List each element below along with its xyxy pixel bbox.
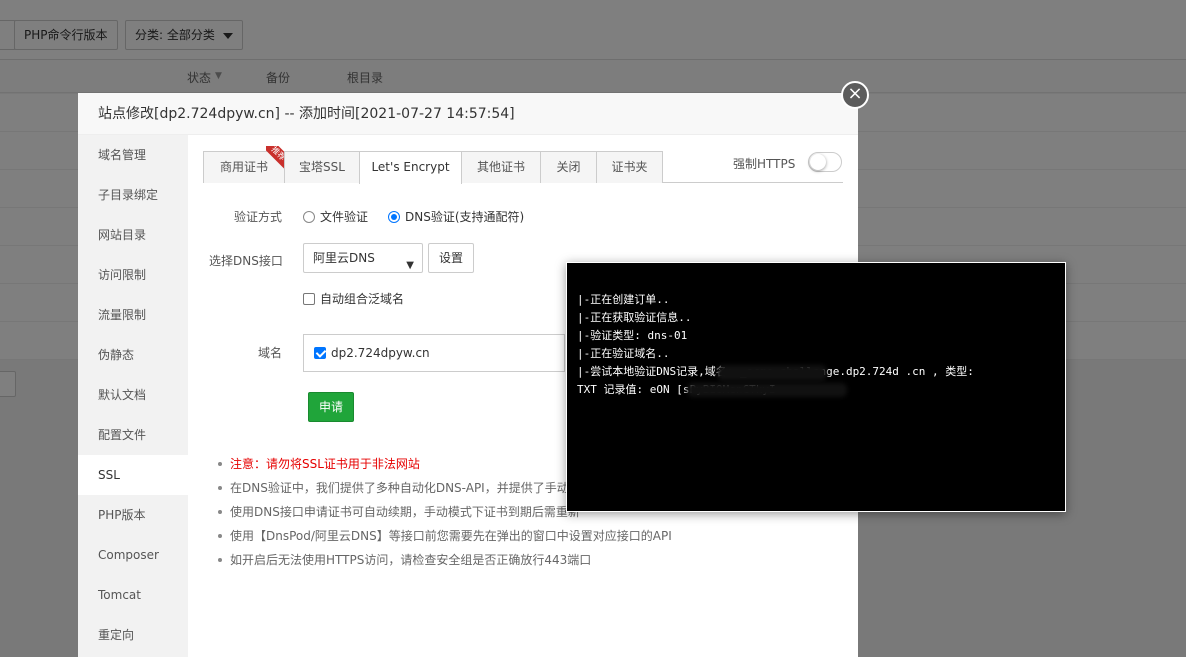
tab-bt-ssl[interactable]: 宝塔SSL xyxy=(284,151,360,183)
sidebar-item-tomcat[interactable]: Tomcat xyxy=(78,575,188,615)
terminal-line: |-正在创建订单.. xyxy=(577,293,670,306)
chevron-down-icon: ▼ xyxy=(406,260,414,271)
toggle-knob xyxy=(810,154,826,170)
sidebar-item-traffic-limit[interactable]: 流量限制 xyxy=(78,295,188,335)
checkbox-checked-icon xyxy=(314,347,326,359)
sidebar-item-redirect[interactable]: 重定向 xyxy=(78,615,188,655)
sidebar-item-default-doc[interactable]: 默认文档 xyxy=(78,375,188,415)
apply-button[interactable]: 申请 xyxy=(308,392,354,422)
domain-item-label: dp2.724dpyw.cn xyxy=(331,346,430,360)
sidebar-item-config[interactable]: 配置文件 xyxy=(78,415,188,455)
force-https-toggle[interactable] xyxy=(808,152,842,172)
auto-wildcard-checkbox[interactable]: 自动组合泛域名 xyxy=(303,290,404,307)
modal-sidebar: 域名管理 子目录绑定 网站目录 访问限制 流量限制 伪静态 默认文档 配置文件 … xyxy=(78,135,188,657)
radio-dns-verify[interactable]: DNS验证(支持通配符) xyxy=(388,208,524,225)
tab-label: 商用证书 xyxy=(219,160,268,174)
auto-wildcard-label: 自动组合泛域名 xyxy=(320,292,405,306)
dns-api-label: 选择DNS接口 xyxy=(209,254,283,268)
close-icon: × xyxy=(847,83,863,104)
sidebar-item-php-version[interactable]: PHP版本 xyxy=(78,495,188,535)
tab-commercial-cert[interactable]: 商用证书 推荐 xyxy=(203,146,294,183)
sidebar-item-composer[interactable]: Composer xyxy=(78,535,188,575)
domain-list: dp2.724dpyw.cn xyxy=(303,334,565,372)
radio-dns-verify-label: DNS验证(支持通配符) xyxy=(405,210,525,224)
sidebar-item-site-dir[interactable]: 网站目录 xyxy=(78,215,188,255)
sidebar-item-ssl[interactable]: SSL xyxy=(78,455,188,495)
sidebar-item-access-limit[interactable]: 访问限制 xyxy=(78,255,188,295)
domain-label: 域名 xyxy=(258,346,283,360)
radio-checked-icon xyxy=(388,211,400,223)
radio-file-verify[interactable]: 文件验证 xyxy=(303,208,368,225)
radio-file-verify-label: 文件验证 xyxy=(320,210,369,224)
radio-icon xyxy=(303,211,315,223)
list-item: 使用【DnsPod/阿里云DNS】等接口前您需要先在弹出的窗口中设置对应接口的A… xyxy=(218,524,848,548)
terminal-line: |-验证类型: dns-01 xyxy=(577,329,688,342)
sidebar-item-subdir[interactable]: 子目录绑定 xyxy=(78,175,188,215)
dns-api-selected: 阿里云DNS xyxy=(313,251,375,265)
tab-cert-folder[interactable]: 证书夹 xyxy=(596,151,663,183)
apply-log-terminal: |-正在创建订单.. |-正在获取验证信息.. |-验证类型: dns-01 |… xyxy=(566,262,1066,512)
checkbox-icon xyxy=(303,293,315,305)
redaction-scribble xyxy=(687,383,847,397)
list-item: 如开启后无法使用HTTPS访问，请检查安全组是否正确放行443端口 xyxy=(218,548,848,572)
terminal-line: |-正在获取验证信息.. xyxy=(577,311,692,324)
tab-close[interactable]: 关闭 xyxy=(540,151,597,183)
redaction-scribble xyxy=(717,365,827,381)
tab-other-cert[interactable]: 其他证书 xyxy=(461,151,541,183)
sidebar-item-rewrite[interactable]: 伪静态 xyxy=(78,335,188,375)
verify-method-label: 验证方式 xyxy=(234,210,283,224)
modal-close-button[interactable]: × xyxy=(841,81,869,109)
dns-api-select[interactable]: 阿里云DNS ▼ xyxy=(303,243,423,273)
tab-lets-encrypt[interactable]: Let's Encrypt xyxy=(359,151,462,184)
domain-checkbox[interactable]: dp2.724dpyw.cn xyxy=(314,346,430,360)
terminal-line: |-正在验证域名.. xyxy=(577,347,670,360)
modal-title: 站点修改[dp2.724dpyw.cn] -- 添加时间[2021-07-27 … xyxy=(78,93,858,135)
force-https-label: 强制HTTPS xyxy=(733,157,796,171)
dns-settings-button[interactable]: 设置 xyxy=(428,243,474,273)
sidebar-item-domain[interactable]: 域名管理 xyxy=(78,135,188,175)
